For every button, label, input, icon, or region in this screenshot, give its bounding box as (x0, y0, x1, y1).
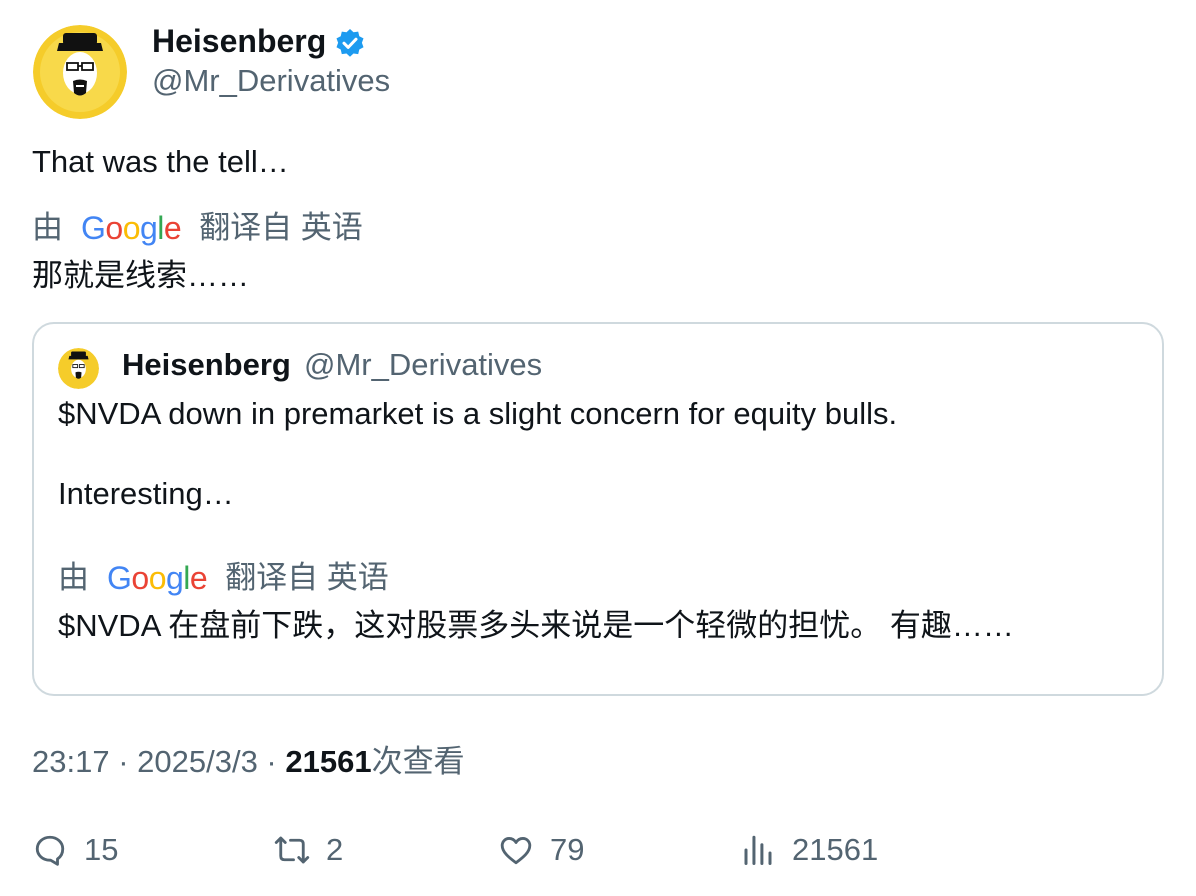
tweet-text: That was the tell… (32, 144, 289, 179)
quote-text-line1: $NVDA down in premarket is a slight conc… (58, 396, 898, 431)
verified-badge-icon (334, 28, 366, 60)
views-button[interactable]: 21561 (740, 828, 878, 872)
author-name[interactable]: Heisenberg (152, 22, 326, 60)
heart-icon (500, 837, 532, 865)
translation-from-label: 翻译自 英语 (199, 210, 363, 245)
like-button[interactable]: 79 (498, 828, 584, 872)
translation-by-label: 由 (32, 210, 63, 245)
quote-translation-by-label: 由 (58, 560, 89, 595)
quoted-tweet-card[interactable]: Heisenberg @Mr_Derivatives $NVDA down in… (32, 322, 1164, 696)
quote-author-name: Heisenberg (122, 347, 291, 382)
like-count: 79 (550, 832, 585, 867)
tweet-meta: 23:17 · 2025/3/3 · 21561次查看 (32, 742, 465, 782)
google-logo[interactable]: Google (81, 208, 182, 248)
translated-text: 那就是线索…… (32, 258, 249, 293)
retweet-icon (274, 836, 310, 864)
quote-translation-from-label: 翻译自 英语 (225, 560, 389, 595)
tweet-time[interactable]: 23:17 (32, 744, 110, 779)
reply-icon (35, 835, 65, 866)
heisenberg-avatar-icon (33, 25, 127, 119)
views-count: 21561 (792, 832, 879, 867)
author-handle[interactable]: @Mr_Derivatives (152, 62, 390, 100)
heisenberg-avatar-icon (58, 348, 99, 389)
translation-attribution: 由 Google 翻译自 英语 (32, 208, 363, 248)
analytics-icon (744, 835, 772, 865)
views-label: 次查看 (371, 744, 465, 779)
quote-author-handle: @Mr_Derivatives (304, 347, 543, 382)
quote-translation-attribution: 由 Google 翻译自 英语 (58, 558, 389, 598)
quote-avatar (58, 348, 99, 389)
quote-translated-text: $NVDA 在盘前下跌，这对股票多头来说是一个轻微的担忧。 有趣…… (58, 608, 1014, 643)
avatar[interactable] (33, 25, 127, 119)
reply-count: 15 (84, 832, 119, 867)
google-logo[interactable]: Google (107, 558, 208, 598)
retweet-button[interactable]: 2 (274, 828, 343, 872)
reply-button[interactable]: 15 (32, 828, 118, 872)
view-count: 21561 (285, 744, 372, 779)
meta-separator: · (109, 744, 138, 779)
quote-text-line2: Interesting… (58, 476, 234, 511)
meta-separator: · (257, 744, 286, 779)
tweet-date[interactable]: 2025/3/3 (137, 744, 258, 779)
retweet-count: 2 (326, 832, 344, 867)
